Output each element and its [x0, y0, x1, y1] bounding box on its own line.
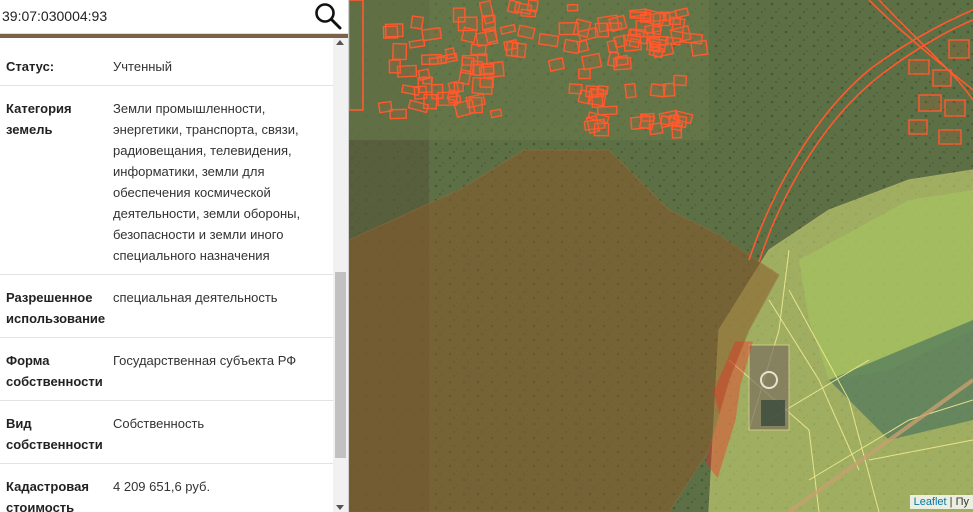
parcel-outline	[624, 82, 637, 99]
info-key: Категория земель	[6, 101, 72, 137]
parcel-outline	[384, 23, 404, 38]
parcel-outline	[635, 19, 655, 38]
parcel-outline	[479, 77, 494, 88]
parcel-outline	[408, 38, 426, 49]
info-row-status: Статус: Учтенный	[0, 42, 333, 86]
parcel-outline	[447, 95, 462, 104]
parcel-outline	[516, 24, 536, 40]
parcel-outline	[590, 88, 605, 98]
info-key: Разрешенное использование	[6, 290, 106, 326]
parcel-outline	[648, 122, 664, 136]
info-value: Собственность	[113, 416, 205, 431]
parcel-outline	[640, 112, 655, 122]
info-value: Учтенный	[113, 59, 173, 74]
parcel-outline	[506, 0, 522, 15]
parcel-outline	[396, 64, 418, 78]
search-icon	[315, 3, 342, 30]
parcel-outline	[457, 16, 478, 32]
scroll-up-arrow-icon[interactable]	[336, 40, 344, 45]
parcel-outline	[505, 41, 519, 57]
info-panel: Статус: Учтенный Категория земель Земли …	[0, 0, 349, 512]
panel-scrollbar[interactable]	[333, 38, 348, 512]
parcel-outline	[481, 14, 497, 32]
info-value: 4 209 651,6 руб.	[113, 479, 211, 494]
parcel-outline	[547, 57, 566, 72]
parcel-outline	[652, 11, 668, 23]
info-value: специальная деятельность	[113, 290, 278, 305]
parcel-outline	[566, 3, 579, 12]
parcel-outline	[392, 42, 408, 61]
search-button[interactable]	[313, 2, 343, 32]
parcel-outline	[639, 13, 652, 23]
satellite-map[interactable]	[349, 0, 973, 512]
parcel-outline	[461, 54, 479, 66]
map-view[interactable]: Leaflet | Пу	[349, 0, 973, 512]
parcel-outline	[596, 105, 618, 116]
parcel-outline	[562, 38, 581, 55]
parcel-outline	[649, 83, 667, 98]
parcel-outline	[422, 93, 438, 110]
parcel-outline	[417, 76, 433, 94]
map-preview-strip	[0, 34, 348, 38]
parcel-outline	[468, 96, 484, 114]
parcel-outline	[478, 0, 494, 18]
parcel-outline	[537, 32, 560, 48]
info-value: Государственная субъекта РФ	[113, 353, 297, 368]
info-row-cadastral-value: Кадастровая стоимость 4 209 651,6 руб.	[0, 464, 333, 512]
parcel-outline	[578, 68, 591, 80]
parcel-outline	[410, 15, 425, 30]
info-row-category: Категория земель Земли промышленности, э…	[0, 86, 333, 275]
parcel-outline	[645, 37, 667, 53]
info-key: Форма собственности	[6, 353, 103, 389]
map-attribution: Leaflet | Пу	[909, 495, 973, 509]
scroll-down-arrow-icon[interactable]	[336, 505, 344, 510]
parcel-outline	[690, 39, 709, 57]
parcel-outline	[558, 22, 579, 36]
info-row-ownership-type: Вид собственности Собственность	[0, 401, 333, 464]
attribution-separator: |	[946, 496, 956, 508]
parcel-outline	[577, 88, 593, 105]
info-value: Земли промышленности, энергетики, трансп…	[113, 101, 301, 263]
parcel-outline	[377, 100, 393, 114]
attribution-text: Пу	[955, 496, 969, 508]
parcel-outline	[475, 29, 499, 48]
pond	[761, 400, 785, 426]
info-key: Кадастровая стоимость	[6, 479, 89, 512]
parcel-outline	[614, 54, 630, 67]
search-bar	[0, 0, 348, 34]
info-key: Вид собственности	[6, 416, 103, 452]
parcel-outline	[520, 8, 537, 18]
parcel-outline	[628, 37, 641, 49]
parcel-outline	[482, 61, 505, 79]
parcel-outline	[580, 52, 603, 71]
parcel-outline	[672, 74, 688, 87]
scroll-thumb[interactable]	[335, 272, 346, 458]
info-row-permitted-use: Разрешенное использование специальная де…	[0, 275, 333, 338]
parcel-info-list: Статус: Учтенный Категория земель Земли …	[0, 42, 333, 512]
parcel-outline	[669, 16, 681, 26]
leaflet-link[interactable]: Leaflet	[914, 496, 947, 508]
parcel-outline	[489, 108, 503, 119]
search-input[interactable]	[2, 3, 302, 29]
parcel-outline	[421, 26, 443, 42]
info-key: Статус:	[6, 59, 55, 74]
info-row-ownership-form: Форма собственности Государственная субъ…	[0, 338, 333, 401]
parcel-outline	[447, 80, 460, 96]
